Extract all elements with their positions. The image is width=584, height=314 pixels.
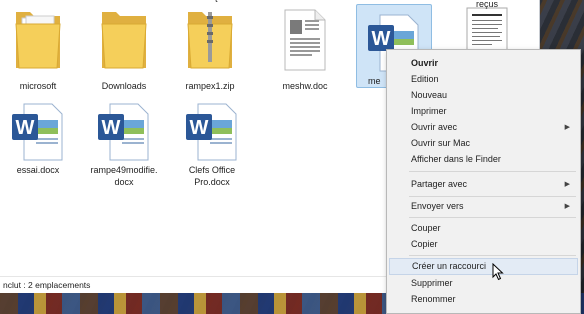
word-document-icon: W (177, 100, 247, 162)
menu-item-nouveau[interactable]: Nouveau (389, 87, 578, 104)
menu-item-label: Partager avec (411, 179, 468, 189)
word-document-icon: W (3, 100, 73, 162)
folder-icon (89, 4, 159, 72)
file-label: essai.docx (16, 165, 60, 175)
menu-item-label: Ouvrir avec (411, 122, 458, 132)
menu-item-label: Créer un raccourci (412, 261, 487, 271)
submenu-arrow-icon: ▶ (564, 203, 570, 210)
menu-item-ouvrir[interactable]: Ouvrir (389, 55, 578, 72)
menu-separator (409, 171, 576, 172)
file-item-rampe49modifie-docx[interactable]: W rampe49modifie. docx (84, 100, 164, 188)
file-item-meshw-doc[interactable]: meshw.doc (270, 4, 340, 92)
menu-item-edition[interactable]: Edition (389, 71, 578, 88)
mouse-pointer-icon (492, 262, 504, 283)
word-document-icon: W (84, 100, 164, 162)
menu-item-label: Supprimer (411, 278, 453, 288)
file-label: rampex1.zip (185, 81, 235, 91)
menu-item-creer-raccourci[interactable]: Créer un raccourci (389, 258, 578, 275)
menu-item-supprimer[interactable]: Supprimer (389, 275, 578, 292)
file-item-essai-docx[interactable]: W essai.docx (3, 100, 73, 176)
menu-item-afficher-finder[interactable]: Afficher dans le Finder (389, 151, 578, 168)
menu-item-label: Ouvrir (411, 58, 439, 68)
file-item-microsoft[interactable]: microsoft (3, 4, 73, 92)
menu-separator (409, 196, 576, 197)
menu-item-label: Renommer (411, 294, 456, 304)
file-item-clefs-office-pro-docx[interactable]: W Clefs Office Pro.docx (177, 100, 247, 188)
folder-icon (3, 4, 73, 72)
file-label: microsoft (19, 81, 57, 91)
file-label: meshw.doc (282, 81, 328, 91)
menu-item-label: Afficher dans le Finder (411, 154, 501, 164)
menu-item-renommer[interactable]: Renommer (389, 291, 578, 308)
menu-item-ouvrir-avec[interactable]: Ouvrir avec ▶ (389, 119, 578, 136)
menu-item-label: Envoyer vers (411, 201, 464, 211)
file-label: reçus (475, 0, 498, 9)
zip-folder-icon (175, 4, 245, 72)
svg-text:W: W (372, 28, 391, 50)
file-label: Clefs Office Pro.docx (188, 165, 236, 187)
submenu-arrow-icon: ▶ (564, 124, 570, 131)
submenu-arrow-icon: ▶ (564, 181, 570, 188)
status-text: nclut : 2 emplacements (3, 280, 91, 290)
menu-item-envoyer-vers[interactable]: Envoyer vers ▶ (389, 198, 578, 215)
document-icon (270, 4, 340, 72)
menu-item-label: Edition (411, 74, 439, 84)
menu-item-imprimer[interactable]: Imprimer (389, 103, 578, 120)
file-label: Downloads (101, 81, 147, 91)
menu-item-label: Copier (411, 239, 438, 249)
menu-item-label: Couper (411, 223, 441, 233)
menu-item-ouvrir-sur-mac[interactable]: Ouvrir sur Mac (389, 135, 578, 152)
file-item-rampex1-zip[interactable]: rampex1.zip (175, 4, 245, 92)
file-label: rampe49modifie. docx (90, 165, 158, 187)
file-item-downloads[interactable]: Downloads (89, 4, 159, 92)
context-menu: Ouvrir Edition Nouveau Imprimer Ouvrir a… (386, 49, 581, 314)
menu-item-label: Imprimer (411, 106, 447, 116)
menu-item-label: Ouvrir sur Mac (411, 138, 471, 148)
svg-text:W: W (16, 117, 35, 139)
svg-text:W: W (190, 117, 209, 139)
svg-text:W: W (102, 117, 121, 139)
menu-item-label: Nouveau (411, 90, 448, 100)
menu-separator (409, 217, 576, 218)
menu-item-partager-avec[interactable]: Partager avec ▶ (389, 176, 578, 193)
menu-item-couper[interactable]: Couper (389, 220, 578, 237)
menu-item-copier[interactable]: Copier (389, 236, 578, 253)
menu-separator (409, 255, 576, 256)
